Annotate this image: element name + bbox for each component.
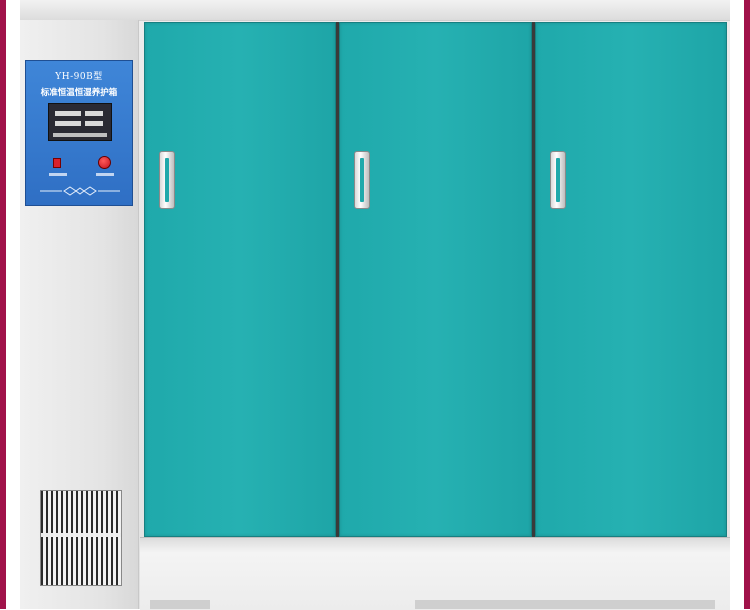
button-caption	[96, 173, 114, 176]
display-row	[55, 111, 81, 116]
display-row	[85, 111, 103, 116]
door-handle-icon	[550, 151, 566, 209]
base-slot	[415, 600, 715, 609]
cabinet-door-right	[535, 22, 727, 537]
display-row	[55, 121, 81, 126]
door-handle-icon	[354, 151, 370, 209]
control-panel: YH-90B型 标准恒温恒湿养护箱	[25, 60, 133, 206]
display-row	[85, 121, 103, 126]
cabinet-door-left	[144, 22, 336, 537]
image-frame-left	[0, 0, 6, 609]
cabinet-door-middle	[339, 22, 532, 537]
product-name-label: 标准恒温恒湿养护箱	[40, 88, 118, 98]
base-slot	[150, 600, 210, 609]
display-key-strip	[53, 133, 107, 137]
switch-caption	[49, 173, 67, 176]
model-label: YH-90B型	[55, 72, 103, 82]
temperature-display	[48, 103, 112, 141]
door-handle-icon	[159, 151, 175, 209]
decorative-ornament-icon	[40, 186, 120, 196]
power-button-icon	[98, 156, 111, 169]
image-frame-right	[744, 0, 750, 609]
vent-grille-icon	[40, 490, 122, 586]
cabinet-top-strip	[20, 0, 730, 21]
power-switch-icon	[53, 158, 61, 168]
